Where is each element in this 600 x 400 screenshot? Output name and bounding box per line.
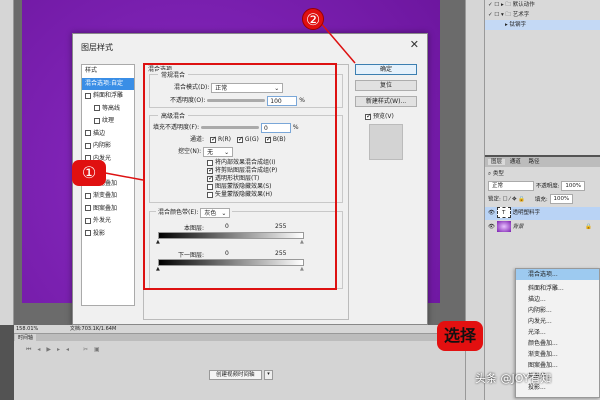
step-2-marker: ② (302, 8, 324, 30)
step-1-marker: ① (72, 160, 106, 186)
actions-panel: ✓ ☐ ▸ 🗀 默认动作 ✓ ☐ ▾ 🗀 艺术字 ▸ 钛钢字 (485, 0, 600, 155)
select-annotation: 选择 (437, 321, 483, 351)
timeline-panel: 时间轴 ⏮◂▶▸◂ ✂▣ 创建视频时间轴 ▾ (14, 334, 465, 400)
chevron-down-icon[interactable]: ▾ (264, 370, 273, 380)
action-label: 默认动作 (512, 2, 535, 8)
action-label: 钛钢字 (509, 22, 527, 28)
menu-item[interactable]: 光泽... (516, 327, 599, 338)
layer-fill-label: 填充: (534, 196, 548, 203)
layers-tabs: 图层 通道 路径 (485, 157, 600, 167)
annotation-line (319, 21, 356, 64)
status-bar: 158.01% 文档:703.1K/1.64M (14, 325, 465, 334)
layer-fill-input[interactable]: 100% (549, 194, 574, 204)
layer-row-background[interactable]: 👁 背景 🔒 (485, 221, 600, 234)
tab-paths[interactable]: 路径 (526, 159, 543, 165)
layer-opacity-label: 不透明度: (535, 183, 560, 190)
layer-thumbnail (496, 221, 511, 232)
action-item[interactable]: ▸ 钛钢字 (485, 20, 600, 30)
tab-layers[interactable]: 图层 (488, 159, 506, 165)
filter-value: 类型 (492, 171, 504, 177)
layer-lock-row: 锁定: ☐ ⁄ ✥ 🔒 填充: 100% (485, 194, 600, 204)
tab-timeline[interactable]: 时间轴 (15, 334, 37, 341)
menu-item[interactable]: 内阴影... (516, 305, 599, 316)
action-label: 艺术字 (512, 12, 530, 18)
text-layer-icon: T (496, 207, 511, 218)
menu-item[interactable]: 描边... (516, 294, 599, 305)
menu-item[interactable]: 内发光... (516, 316, 599, 327)
lock-label: 锁定: (488, 196, 501, 203)
menu-item[interactable]: 渐变叠加... (516, 349, 599, 360)
watermark: 头条 @JOY有知 (475, 372, 552, 385)
annotation-line (99, 171, 144, 181)
layer-filter[interactable]: ⌕ 类型 (485, 169, 600, 179)
create-video-timeline-button[interactable]: 创建视频时间轴 (209, 370, 262, 380)
zoom-level[interactable]: 158.01% (16, 326, 38, 332)
layer-name: 透明塑料字 (512, 210, 540, 216)
menu-item[interactable]: 混合选项... (516, 269, 599, 280)
playback-controls[interactable]: ⏮◂▶▸◂ ✂▣ (26, 346, 106, 354)
action-set[interactable]: ✓ ☐ ▸ 🗀 默认动作 (485, 0, 600, 10)
layer-name: 背景 (512, 224, 524, 230)
action-set[interactable]: ✓ ☐ ▾ 🗀 艺术字 (485, 10, 600, 20)
layer-opacity-input[interactable]: 100% (561, 181, 586, 191)
lock-icon: 🔒 (585, 224, 592, 230)
menu-item[interactable]: 斜面和浮雕... (516, 283, 599, 294)
tab-channels[interactable]: 通道 (507, 159, 524, 165)
layer-blend-select[interactable]: 正常 (488, 181, 534, 191)
layer-row-text[interactable]: 👁 T 透明塑料字 (485, 207, 600, 220)
menu-item[interactable]: 颜色叠加... (516, 338, 599, 349)
document-size: 文档:703.1K/1.64M (69, 326, 117, 332)
eye-icon[interactable]: 👁 (488, 210, 495, 216)
eye-icon[interactable]: 👁 (488, 224, 495, 230)
layer-blend-row: 正常 不透明度: 100% (485, 181, 600, 191)
